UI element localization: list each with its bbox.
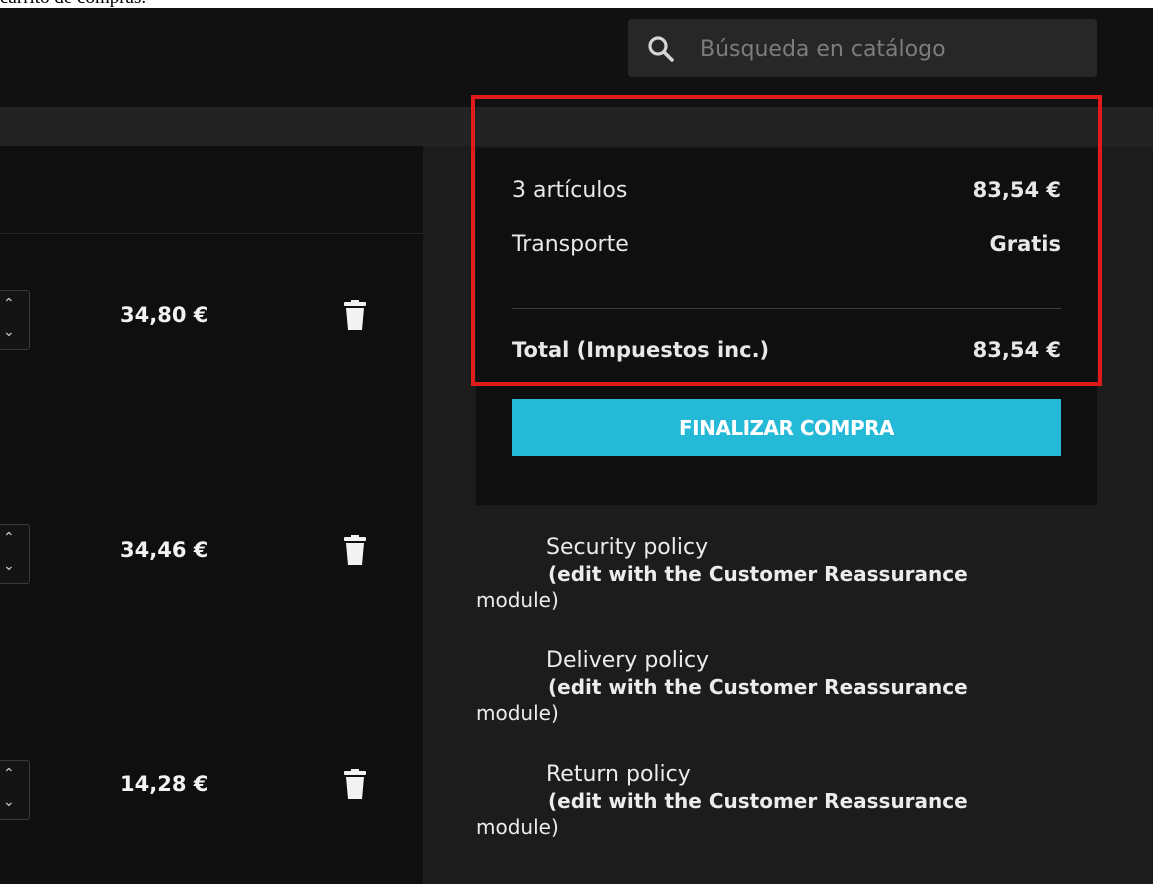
chevron-down-icon[interactable]: ⌄: [3, 795, 15, 809]
search-input[interactable]: [698, 29, 1082, 69]
total-label: Total (Impuestos inc.): [512, 338, 770, 362]
shipping-label: Transporte: [512, 232, 629, 257]
cart-summary: 3 artículos 83,54 € Transporte Gratis To…: [476, 148, 1097, 505]
item-price: 34,80 €: [120, 303, 209, 327]
top-header: [0, 8, 1153, 107]
cart-item: ⌃ ⌄ 14,28 €: [0, 756, 423, 826]
item-price: 34,46 €: [120, 538, 209, 562]
total-value: 83,54 €: [972, 338, 1061, 362]
quantity-stepper[interactable]: ⌃ ⌄: [0, 290, 30, 350]
reassurance-note-end: module): [476, 701, 559, 725]
cart-items-panel: ⌃ ⌄ 34,80 € ⌃ ⌄ 34,46 € ⌃ ⌄ 14,28 €: [0, 146, 423, 884]
reassurance-note: (edit with the Customer Reassurance: [548, 562, 968, 586]
cart-item: ⌃ ⌄ 34,46 €: [0, 520, 423, 590]
catalog-search-box[interactable]: [628, 19, 1097, 77]
summary-shipping-row: Transporte Gratis: [512, 232, 1061, 257]
reassurance-title: Delivery policy: [546, 648, 710, 673]
reassurance-note-end: module): [476, 815, 559, 839]
articles-value: 83,54 €: [972, 178, 1061, 202]
trash-icon[interactable]: [343, 769, 367, 799]
summary-divider: [512, 308, 1061, 309]
quantity-stepper[interactable]: ⌃ ⌄: [0, 524, 30, 584]
item-price: 14,28 €: [120, 772, 209, 796]
chevron-up-icon[interactable]: ⌃: [3, 297, 15, 311]
articles-label: 3 artículos: [512, 178, 628, 203]
trash-icon[interactable]: [343, 300, 367, 330]
quantity-stepper[interactable]: ⌃ ⌄: [0, 760, 30, 820]
reassurance-block-delivery: Delivery policy (edit with the Customer …: [476, 648, 1097, 726]
reassurance-block-security: Security policy (edit with the Customer …: [476, 535, 1097, 613]
reassurance-title: Return policy: [546, 762, 691, 787]
shipping-value: Gratis: [989, 232, 1061, 256]
app-screen: ⌃ ⌄ 34,80 € ⌃ ⌄ 34,46 €: [0, 8, 1153, 884]
chevron-up-icon[interactable]: ⌃: [3, 531, 15, 545]
search-icon[interactable]: [646, 34, 676, 64]
cart-header-divider: [0, 233, 423, 234]
trash-icon[interactable]: [343, 535, 367, 565]
chevron-down-icon[interactable]: ⌄: [3, 559, 15, 573]
reassurance-note-end: module): [476, 588, 559, 612]
breadcrumb-strip: [0, 107, 1153, 146]
chevron-up-icon[interactable]: ⌃: [3, 767, 15, 781]
summary-total-row: Total (Impuestos inc.) 83,54 €: [512, 338, 1061, 362]
reassurance-note: (edit with the Customer Reassurance: [548, 789, 968, 813]
reassurance-title: Security policy: [546, 535, 709, 560]
reassurance-note: (edit with the Customer Reassurance: [548, 675, 968, 699]
reassurance-block-return: Return policy (edit with the Customer Re…: [476, 762, 1097, 840]
summary-articles-row: 3 artículos 83,54 €: [512, 178, 1061, 203]
chevron-down-icon[interactable]: ⌄: [3, 325, 15, 339]
checkout-button[interactable]: FINALIZAR COMPRA: [512, 399, 1061, 456]
cart-item: ⌃ ⌄ 34,80 €: [0, 286, 423, 356]
